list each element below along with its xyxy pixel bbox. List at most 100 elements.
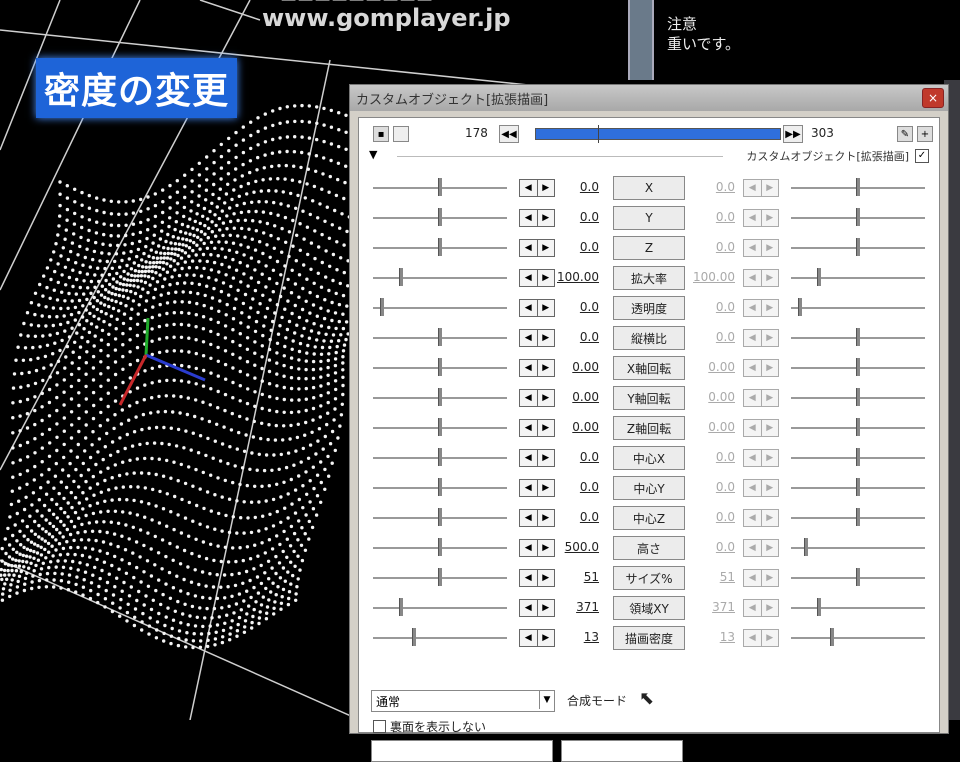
backface-checkbox[interactable]	[373, 720, 386, 733]
bottom-field-2[interactable]	[561, 740, 683, 762]
slider-thumb[interactable]	[817, 598, 821, 616]
slider-thumb[interactable]	[856, 478, 860, 496]
param-slider-end[interactable]	[791, 478, 925, 496]
param-slider-end[interactable]	[791, 538, 925, 556]
param-slider-start[interactable]	[373, 568, 507, 586]
slider-thumb[interactable]	[438, 208, 442, 226]
param-value-start[interactable]: 0.0	[533, 210, 599, 224]
param-value-end[interactable]: 51	[669, 570, 735, 584]
param-slider-start[interactable]	[373, 448, 507, 466]
slider-thumb[interactable]	[438, 388, 442, 406]
param-stepper-end[interactable]: ◀ ▶	[743, 419, 779, 437]
decrement-icon[interactable]: ◀	[744, 390, 762, 406]
increment-icon[interactable]: ▶	[761, 600, 778, 616]
param-stepper-end[interactable]: ◀ ▶	[743, 449, 779, 467]
param-value-end[interactable]: 100.00	[669, 270, 735, 284]
param-slider-end[interactable]	[791, 508, 925, 526]
param-value-start[interactable]: 0.0	[533, 300, 599, 314]
param-value-end[interactable]: 0.0	[669, 510, 735, 524]
param-value-end[interactable]: 0.0	[669, 300, 735, 314]
increment-icon[interactable]: ▶	[761, 180, 778, 196]
increment-icon[interactable]: ▶	[761, 390, 778, 406]
increment-icon[interactable]: ▶	[761, 420, 778, 436]
increment-icon[interactable]: ▶	[761, 240, 778, 256]
param-value-end[interactable]: 13	[669, 630, 735, 644]
slider-thumb[interactable]	[830, 628, 834, 646]
decrement-icon[interactable]: ◀	[744, 420, 762, 436]
slider-thumb[interactable]	[438, 328, 442, 346]
param-value-start[interactable]: 0.0	[533, 180, 599, 194]
param-value-end[interactable]: 0.0	[669, 450, 735, 464]
decrement-icon[interactable]: ◀	[744, 240, 762, 256]
increment-icon[interactable]: ▶	[761, 480, 778, 496]
param-stepper-end[interactable]: ◀ ▶	[743, 299, 779, 317]
param-value-start[interactable]: 0.00	[533, 390, 599, 404]
param-value-start[interactable]: 0.00	[533, 420, 599, 434]
slider-thumb[interactable]	[856, 238, 860, 256]
param-slider-start[interactable]	[373, 538, 507, 556]
param-value-start[interactable]: 51	[533, 570, 599, 584]
bottom-field-1[interactable]	[371, 740, 553, 762]
section-enable-checkbox[interactable]: ✓	[915, 149, 929, 163]
param-slider-start[interactable]	[373, 508, 507, 526]
param-slider-start[interactable]	[373, 358, 507, 376]
timeline-bar[interactable]	[535, 125, 781, 143]
param-value-start[interactable]: 0.0	[533, 450, 599, 464]
slider-thumb[interactable]	[817, 268, 821, 286]
slider-thumb[interactable]	[856, 178, 860, 196]
param-value-end[interactable]: 0.0	[669, 180, 735, 194]
increment-icon[interactable]: ▶	[761, 510, 778, 526]
param-slider-end[interactable]	[791, 298, 925, 316]
decrement-icon[interactable]: ◀	[744, 300, 762, 316]
param-slider-end[interactable]	[791, 598, 925, 616]
slider-thumb[interactable]	[797, 298, 802, 316]
slider-thumb[interactable]	[438, 448, 442, 466]
next-frame-button[interactable]: ▶▶	[783, 125, 803, 143]
decrement-icon[interactable]: ◀	[744, 570, 762, 586]
decrement-icon[interactable]: ◀	[744, 450, 762, 466]
param-stepper-end[interactable]: ◀ ▶	[743, 569, 779, 587]
slider-thumb[interactable]	[856, 388, 860, 406]
slider-thumb[interactable]	[412, 628, 416, 646]
param-slider-start[interactable]	[373, 238, 507, 256]
slider-thumb[interactable]	[856, 448, 860, 466]
param-value-start[interactable]: 0.00	[533, 360, 599, 374]
param-stepper-end[interactable]: ◀ ▶	[743, 269, 779, 287]
increment-icon[interactable]: ▶	[761, 330, 778, 346]
param-slider-start[interactable]	[373, 418, 507, 436]
gizmo-z-axis[interactable]	[118, 354, 148, 406]
param-stepper-end[interactable]: ◀ ▶	[743, 329, 779, 347]
slider-thumb[interactable]	[856, 208, 860, 226]
param-value-end[interactable]: 0.0	[669, 540, 735, 554]
param-value-start[interactable]: 100.00	[533, 270, 599, 284]
param-value-end[interactable]: 0.00	[669, 420, 735, 434]
param-stepper-end[interactable]: ◀ ▶	[743, 179, 779, 197]
slider-thumb[interactable]	[856, 508, 860, 526]
param-value-start[interactable]: 0.0	[533, 510, 599, 524]
decrement-icon[interactable]: ◀	[744, 600, 762, 616]
param-slider-end[interactable]	[791, 208, 925, 226]
save-icon[interactable]: ▪	[373, 126, 389, 142]
gizmo-y-axis[interactable]	[144, 317, 150, 356]
param-value-start[interactable]: 0.0	[533, 240, 599, 254]
param-value-start[interactable]: 500.0	[533, 540, 599, 554]
param-slider-end[interactable]	[791, 418, 925, 436]
param-stepper-end[interactable]: ◀ ▶	[743, 629, 779, 647]
blend-mode-select[interactable]: 通常 ▼	[371, 690, 555, 712]
param-slider-end[interactable]	[791, 358, 925, 376]
param-slider-end[interactable]	[791, 178, 925, 196]
decrement-icon[interactable]: ◀	[744, 330, 762, 346]
slider-thumb[interactable]	[438, 478, 442, 496]
param-slider-start[interactable]	[373, 478, 507, 496]
param-slider-end[interactable]	[791, 628, 925, 646]
param-value-end[interactable]: 0.0	[669, 330, 735, 344]
timeline-cursor[interactable]	[598, 125, 599, 143]
increment-icon[interactable]: ▶	[761, 300, 778, 316]
decrement-icon[interactable]: ◀	[744, 270, 762, 286]
param-slider-start[interactable]	[373, 388, 507, 406]
slider-thumb[interactable]	[438, 568, 442, 586]
param-slider-start[interactable]	[373, 628, 507, 646]
increment-icon[interactable]: ▶	[761, 630, 778, 646]
slider-thumb[interactable]	[399, 598, 403, 616]
increment-icon[interactable]: ▶	[761, 360, 778, 376]
